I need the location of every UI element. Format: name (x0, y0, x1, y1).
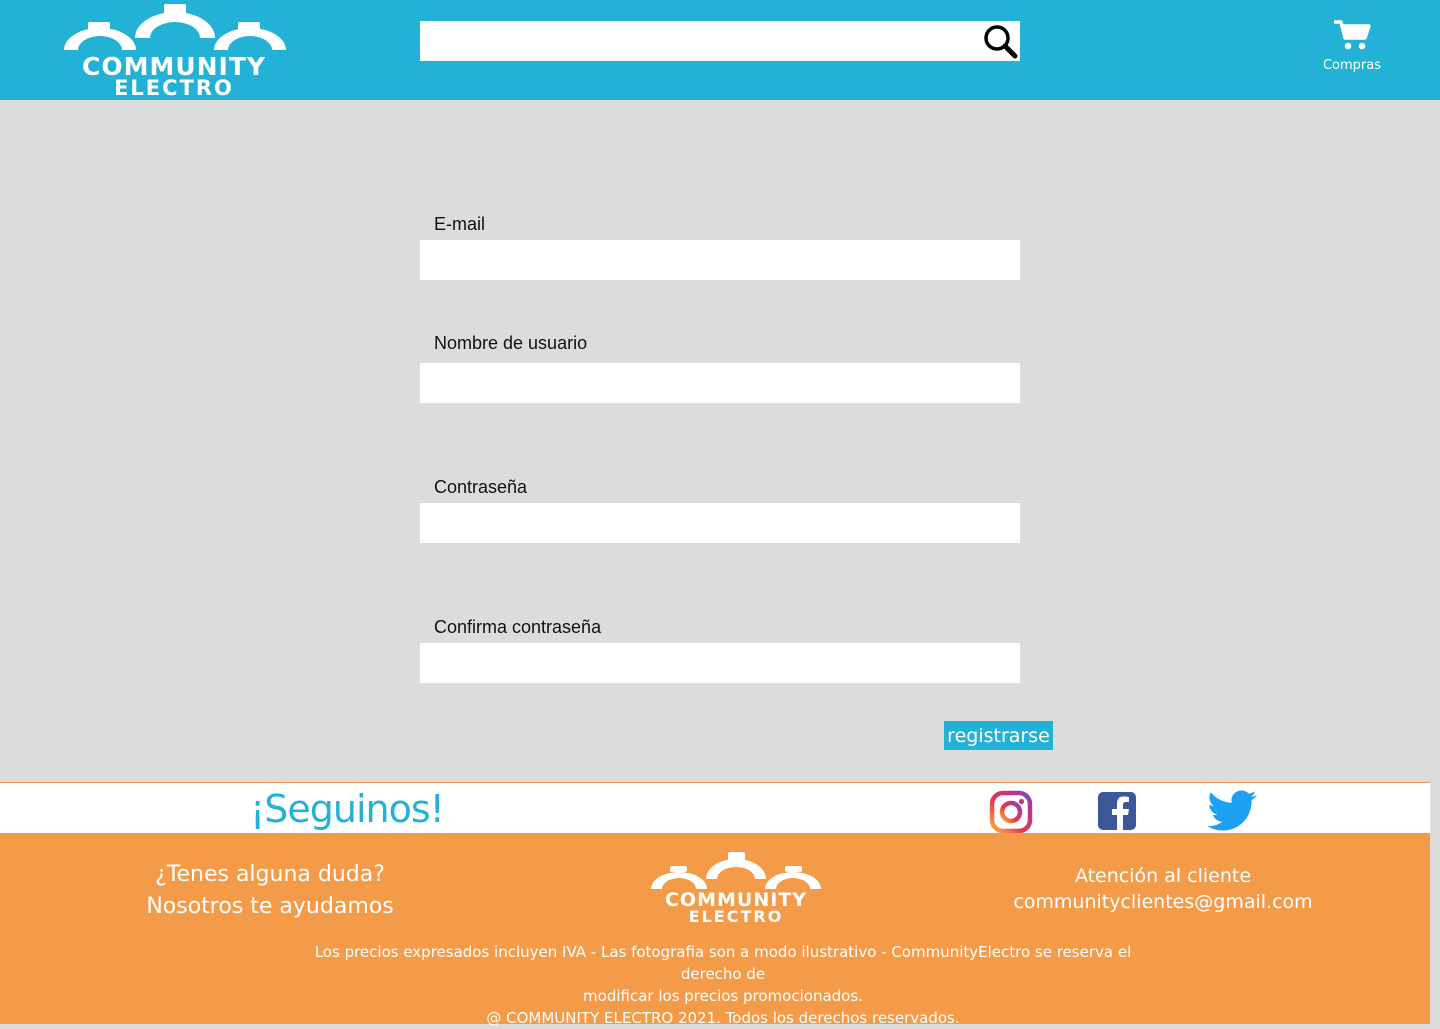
help-line-2: Nosotros te ayudamos (146, 894, 394, 919)
twitter-link[interactable] (1204, 789, 1260, 838)
register-button[interactable]: registrarse (944, 721, 1053, 750)
email-label: E-mail (434, 214, 486, 234)
facebook-icon (1098, 792, 1136, 830)
password-field[interactable] (420, 503, 1020, 543)
help-section: ¿Tenes alguna duda? Nosotros te ayudamos (120, 859, 420, 923)
follow-title: ¡Seguinos! (250, 787, 445, 831)
contact-email[interactable]: communityclientes@gmail.com (1000, 889, 1326, 915)
confirm-password-label: Confirma contraseña (434, 617, 602, 637)
email-field[interactable] (420, 240, 1020, 280)
password-label: Contraseña (434, 477, 528, 497)
footer-logo-graphic (651, 852, 821, 889)
confirm-password-field[interactable] (420, 643, 1020, 683)
logo-text-electro: ELECTRO (114, 76, 234, 100)
contact-section: Atención al cliente communityclientes@gm… (1000, 863, 1326, 915)
copyright: @ COMMUNITY ELECTRO 2021. Todos los dere… (486, 1009, 960, 1027)
help-line-1: ¿Tenes alguna duda? (155, 862, 385, 887)
follow-bar: ¡Seguinos! (0, 782, 1430, 834)
facebook-link[interactable] (1096, 789, 1138, 836)
legal-line-1: Los precios expresados incluyen IVA - La… (314, 943, 1132, 983)
footer: ¿Tenes alguna duda? Nosotros te ayudamos… (0, 833, 1430, 1027)
username-label: Nombre de usuario (434, 333, 588, 353)
legal-line-2: modificar los precios promocionados. (583, 987, 863, 1005)
logo[interactable]: COMMUNITY ELECTRO (60, 0, 290, 100)
twitter-icon (1207, 790, 1257, 831)
contact-title: Atención al cliente (1074, 865, 1252, 887)
header: COMMUNITY ELECTRO Compras (0, 0, 1440, 100)
legal-text: Los precios expresados incluyen IVA - La… (290, 941, 1156, 1029)
logo-graphic (64, 4, 286, 50)
instagram-link[interactable] (988, 789, 1034, 838)
search-input[interactable] (420, 21, 1020, 61)
cart-icon (1334, 20, 1371, 50)
footer-logo[interactable]: COMMUNITY ELECTRO (648, 849, 824, 929)
cart-label: Compras (1322, 58, 1382, 73)
search-icon (984, 25, 1018, 59)
instagram-icon (989, 790, 1033, 834)
search-button[interactable] (980, 22, 1020, 60)
username-field[interactable] (420, 363, 1020, 403)
cart-button[interactable]: Compras (1316, 16, 1388, 80)
footer-logo-text-electro: ELECTRO (688, 907, 784, 926)
